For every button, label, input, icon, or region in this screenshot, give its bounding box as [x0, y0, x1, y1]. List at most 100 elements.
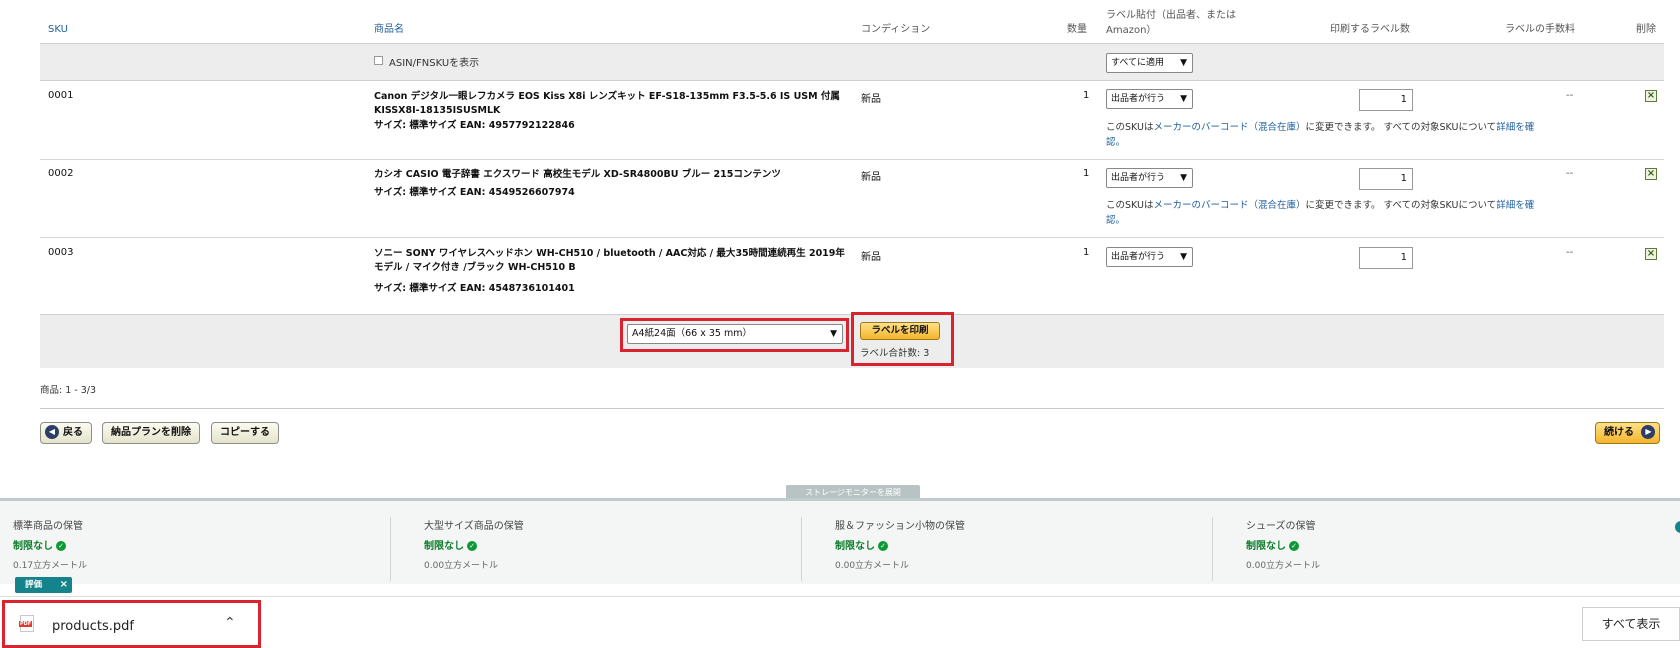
info-icon[interactable]	[1675, 521, 1680, 533]
apply-all-value: すべてに適用	[1111, 58, 1165, 68]
storage-col-apparel: 服＆ファッション小物の保管 制限なし ✓ 0.00立方メートル	[835, 517, 965, 571]
close-icon[interactable]: ×	[60, 577, 68, 593]
continue-label: 続ける	[1604, 427, 1634, 438]
row2-condition: 新品	[861, 172, 881, 183]
details-link[interactable]: 詳細を確	[1496, 122, 1534, 133]
delete-header: 削除	[1636, 24, 1656, 35]
storage-status-text: 制限なし	[13, 541, 53, 552]
product-name-header[interactable]: 商品名	[374, 20, 404, 35]
note-prefix: このSKUは	[1106, 200, 1154, 211]
feedback-label: 評価	[25, 580, 43, 590]
storage-col-standard: 標準商品の保管 制限なし ✓ 0.17立方メートル	[13, 517, 87, 571]
delete-plan-button[interactable]: 納品プランを削除	[102, 422, 200, 444]
row2-labeler-value: 出品者が行う	[1111, 173, 1166, 183]
row2-labeler-select[interactable]: 出品者が行う ▼	[1106, 168, 1193, 188]
chevron-down-icon: ▼	[1180, 94, 1187, 104]
storage-value: 0.00立方メートル	[1246, 561, 1321, 571]
storage-status-text: 制限なし	[835, 541, 875, 552]
storage-status-text: 制限なし	[1246, 541, 1286, 552]
row3-condition: 新品	[861, 252, 881, 263]
chevron-down-icon: ▼	[1180, 58, 1187, 68]
quantity-header: 数量	[1067, 24, 1087, 35]
row3-title-line2: モデル / マイク付き /ブラック WH-CH510 B	[374, 262, 576, 273]
table-subheader-row	[40, 43, 1664, 81]
pdf-file-icon: PDF	[19, 615, 34, 632]
label-fee-header: ラベルの手数料	[1505, 24, 1575, 35]
note-middle: に変更できます。 すべての対象SKUについて	[1305, 122, 1497, 133]
storage-value: 0.17立方メートル	[13, 561, 88, 571]
row3-quantity: 1	[1083, 247, 1090, 258]
label-owner-header-line1: ラベル貼付（出品者、または	[1106, 10, 1236, 21]
row3-title[interactable]: ソニー SONY ワイヤレスヘッドホン WH-CH510 / bluetooth…	[374, 247, 854, 275]
mixed-inventory-link[interactable]: メーカーのバーコード（混合在庫）	[1153, 122, 1305, 133]
row2-delete-icon[interactable]: ×	[1645, 168, 1657, 180]
sku-header[interactable]: SKU	[48, 24, 68, 35]
back-button[interactable]: ◀ 戻る	[40, 422, 92, 444]
label-format-select[interactable]: A4紙24面（66 x 35 mm） ▼	[627, 324, 843, 344]
row2-title-line1: カシオ CASIO 電子辞書 エクスワード 高校生モデル XD-SR4800BU…	[374, 169, 781, 180]
row1-labels-input[interactable]: 1	[1359, 89, 1413, 111]
download-bar: PDF products.pdf ⌃ すべて表示	[0, 596, 1680, 648]
continue-button[interactable]: 続ける ▶	[1595, 422, 1661, 444]
label-total: ラベル合計数: 3	[860, 348, 930, 359]
storage-title: シューズの保管	[1246, 521, 1316, 532]
row3-labeler-value: 出品者が行う	[1111, 252, 1166, 262]
download-filename[interactable]: products.pdf	[52, 619, 134, 634]
row3-labels-input[interactable]: 1	[1359, 247, 1413, 269]
section-divider	[40, 408, 1664, 409]
storage-title: 大型サイズ商品の保管	[424, 521, 524, 532]
storage-value: 0.00立方メートル	[424, 561, 499, 571]
storage-status: 制限なし ✓	[835, 537, 965, 552]
column-divider	[390, 517, 391, 581]
row2-quantity: 1	[1083, 168, 1090, 179]
arrow-left-icon: ◀	[45, 425, 59, 439]
feedback-badge[interactable]: 評価 ×	[15, 577, 72, 593]
row1-condition: 新品	[861, 94, 881, 105]
row1-sku: 0001	[48, 90, 74, 101]
row2-labels-input[interactable]: 1	[1359, 168, 1413, 190]
row3-labeler-select[interactable]: 出品者が行う ▼	[1106, 247, 1193, 267]
row1-meta: サイズ: 標準サイズ EAN: 4957792122846	[374, 120, 575, 131]
details-link[interactable]: 詳細を確	[1496, 200, 1534, 211]
pager-text: 商品: 1 - 3/3	[40, 385, 97, 396]
storage-status: 制限なし ✓	[424, 537, 524, 552]
apply-all-select[interactable]: すべてに適用 ▼	[1106, 53, 1193, 73]
details-link-end[interactable]: 認。	[1106, 137, 1125, 148]
print-labels-button[interactable]: ラベルを印刷	[860, 322, 940, 340]
mixed-inventory-link[interactable]: メーカーのバーコード（混合在庫）	[1153, 200, 1305, 211]
row2-note: このSKUはメーカーのバーコード（混合在庫）に変更できます。 すべての対象SKU…	[1106, 198, 1576, 228]
row3-meta: サイズ: 標準サイズ EAN: 4548736101401	[374, 283, 575, 294]
row3-delete-icon[interactable]: ×	[1645, 248, 1657, 260]
chevron-up-icon[interactable]: ⌃	[224, 615, 236, 631]
row1-title[interactable]: Canon デジタル一眼レフカメラ EOS Kiss X8i レンズキット EF…	[374, 90, 854, 118]
column-divider	[1212, 517, 1213, 581]
storage-status: 制限なし ✓	[13, 537, 87, 552]
row1-title-line2: KISSX8I-18135ISUSMLK	[374, 105, 501, 116]
row2-sku: 0002	[48, 168, 74, 179]
chevron-down-icon: ▼	[830, 329, 837, 339]
row1-labeler-select[interactable]: 出品者が行う ▼	[1106, 89, 1193, 109]
row2-fee: --	[1566, 168, 1574, 179]
details-link-end[interactable]: 認。	[1106, 215, 1125, 226]
storage-monitor-panel: 標準商品の保管 制限なし ✓ 0.17立方メートル 大型サイズ商品の保管 制限なし…	[0, 498, 1680, 584]
label-format-value: A4紙24面（66 x 35 mm）	[632, 328, 752, 339]
row1-delete-icon[interactable]: ×	[1645, 90, 1657, 102]
show-asin-checkbox[interactable]	[374, 56, 383, 65]
storage-status: 制限なし ✓	[1246, 537, 1320, 552]
storage-col-oversize: 大型サイズ商品の保管 制限なし ✓ 0.00立方メートル	[424, 517, 524, 571]
back-label: 戻る	[63, 427, 83, 438]
row1-note: このSKUはメーカーのバーコード（混合在庫）に変更できます。 すべての対象SKU…	[1106, 120, 1576, 150]
copy-button[interactable]: コピーする	[211, 422, 279, 444]
row-divider	[40, 159, 1664, 160]
row3-title-line1: ソニー SONY ワイヤレスヘッドホン WH-CH510 / bluetooth…	[374, 248, 845, 259]
row3-fee: --	[1566, 247, 1574, 258]
storage-col-shoes: シューズの保管 制限なし ✓ 0.00立方メートル	[1246, 517, 1320, 571]
row2-title[interactable]: カシオ CASIO 電子辞書 エクスワード 高校生モデル XD-SR4800BU…	[374, 168, 854, 182]
row3-sku: 0003	[48, 247, 74, 258]
labels-to-print-header: 印刷するラベル数	[1330, 24, 1410, 35]
condition-header: コンディション	[861, 24, 931, 35]
row1-title-line1: Canon デジタル一眼レフカメラ EOS Kiss X8i レンズキット EF…	[374, 91, 840, 102]
row1-fee: --	[1566, 90, 1574, 101]
storage-status-text: 制限なし	[424, 541, 464, 552]
show-all-downloads-button[interactable]: すべて表示	[1582, 607, 1680, 641]
